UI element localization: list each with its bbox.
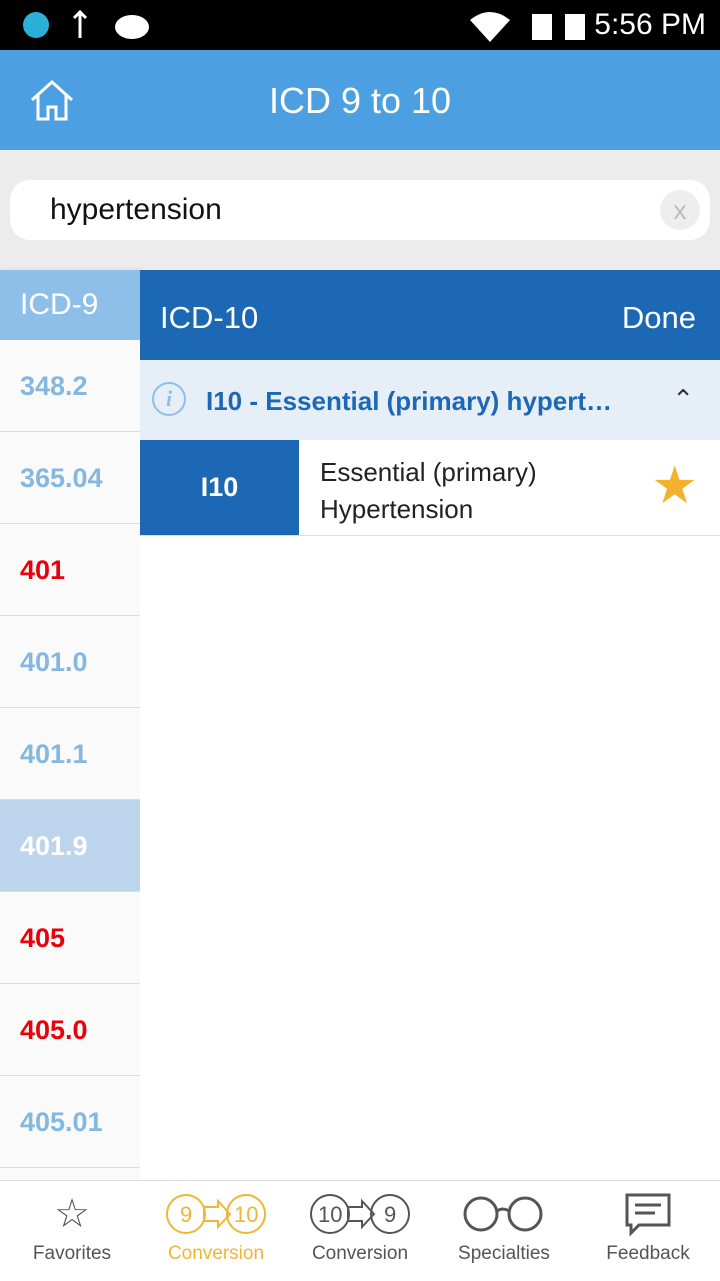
9-to-10-icon: 9 10 [144, 1181, 288, 1243]
tab-conversion-10-9[interactable]: 10 9 Conversion [288, 1181, 432, 1281]
icd9-row[interactable]: 401.1 [0, 708, 140, 800]
icd9-row[interactable]: 405.01 [0, 1076, 140, 1168]
icd10-title: ICD-10 [160, 300, 259, 335]
10-to-9-icon: 10 9 [288, 1181, 432, 1243]
icd9-row[interactable]: 405 [0, 892, 140, 984]
tab-label: Feedback [606, 1243, 690, 1264]
tab-specialties[interactable]: Specialties [432, 1181, 576, 1281]
star-outline-icon: ☆ [54, 1192, 90, 1236]
search-bar: x [0, 150, 720, 270]
svg-text:9: 9 [180, 1202, 192, 1227]
icd10-code: I10 [140, 440, 299, 535]
icd10-description: Essential (primary) Hypertension [320, 454, 537, 528]
icd9-row[interactable]: 401 [0, 524, 140, 616]
search-input[interactable] [10, 180, 710, 240]
icd9-row[interactable]: 348.2 [0, 340, 140, 432]
done-button[interactable]: Done [622, 300, 696, 336]
icd9-row[interactable]: 365.04 [0, 432, 140, 524]
icd10-item[interactable]: I10 Essential (primary) Hypertension ★ [140, 440, 720, 536]
icd9-list: ICD-9 348.2 365.04 401 401.0 401.1 401.9… [0, 270, 140, 1180]
description-line: Hypertension [320, 494, 474, 524]
icd9-row-selected[interactable]: 401.9 [0, 800, 140, 892]
star-icon[interactable]: ★ [651, 460, 698, 512]
tab-favorites[interactable]: ☆ Favorites [0, 1181, 144, 1281]
icd9-header: ICD-9 [0, 270, 140, 340]
icd10-header: ICD-10 Done [140, 270, 720, 360]
icd9-row[interactable]: 401.0 [0, 616, 140, 708]
svg-text:10: 10 [318, 1202, 342, 1227]
clock: 5:56 PM [594, 8, 706, 41]
page-title: ICD 9 to 10 [268, 80, 452, 121]
icd10-panel: ICD-10 Done i I10 - Essential (primary) … [140, 270, 720, 1180]
icd9-row[interactable]: 405.0 [0, 984, 140, 1076]
feedback-icon [576, 1181, 720, 1243]
clear-search-button[interactable]: x [660, 190, 700, 230]
status-icons [23, 10, 149, 39]
icd10-group-header[interactable]: i I10 - Essential (primary) hypert… ⌃ [140, 360, 720, 440]
description-line: Essential (primary) [320, 457, 537, 487]
tab-feedback[interactable]: Feedback [576, 1181, 720, 1281]
glasses-icon [432, 1181, 576, 1243]
status-bar: 5:56 PM [0, 0, 720, 50]
bottom-nav: ☆ Favorites 9 10 Conversion 10 9 Conversion S… [0, 1180, 720, 1280]
tab-label: Specialties [458, 1243, 550, 1264]
info-icon[interactable]: i [152, 382, 186, 416]
group-title: I10 - Essential (primary) hypert… [206, 386, 613, 416]
chevron-up-icon[interactable]: ⌃ [672, 384, 694, 415]
svg-text:10: 10 [234, 1202, 258, 1227]
wifi-battery-icons [470, 12, 585, 42]
tab-conversion-9-10[interactable]: 9 10 Conversion [144, 1181, 288, 1281]
svg-text:9: 9 [384, 1202, 396, 1227]
app-header: ICD 9 to 10 [0, 50, 720, 150]
tab-label: Favorites [32, 1243, 112, 1264]
